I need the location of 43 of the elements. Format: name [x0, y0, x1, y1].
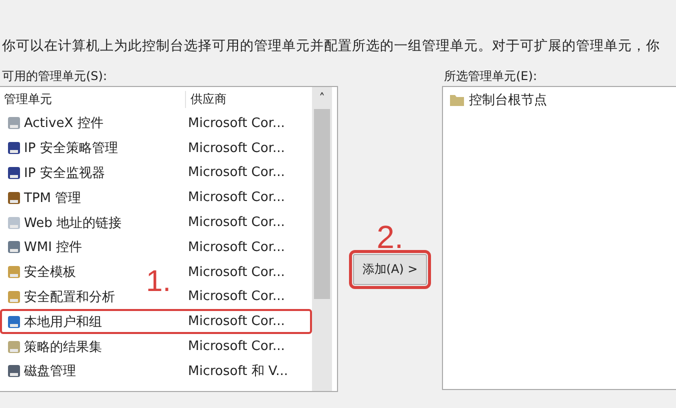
- snapin-icon: [6, 214, 22, 231]
- snapin-name[interactable]: TPM 管理: [24, 188, 82, 207]
- snapin-name[interactable]: WMI 控件: [24, 238, 82, 256]
- snapin-icon: [6, 164, 22, 181]
- snapin-icon: [6, 115, 22, 132]
- snapin-icon: [6, 264, 22, 280]
- scroll-up-arrow[interactable]: ˄: [319, 87, 325, 109]
- vendor-name: Microsoft Cor...: [188, 215, 286, 230]
- vendor-name: Microsoft Cor...: [188, 140, 286, 156]
- snapin-icon: [6, 338, 22, 355]
- step-number: 1.: [146, 265, 172, 299]
- tree-node[interactable]: 控制台根节点: [469, 91, 547, 109]
- snapin-name[interactable]: 本地用户和组: [24, 312, 102, 331]
- selected-snapins-label: 所选管理单元(E):: [443, 68, 538, 85]
- step-number: 2.: [376, 220, 404, 254]
- vendor-name: Microsoft Cor...: [188, 264, 286, 280]
- vendor-name: Microsoft Cor...: [188, 289, 286, 304]
- snapin-name[interactable]: ActiveX 控件: [24, 114, 104, 132]
- snapin-name[interactable]: 安全模板: [24, 263, 76, 282]
- snapin-name[interactable]: 策略的结果集: [24, 338, 102, 356]
- available-snapins-label: 可用的管理单元(S):: [1, 68, 108, 85]
- snapin-icon: [6, 314, 22, 330]
- vendor-name: Microsoft Cor...: [188, 339, 286, 354]
- snapin-icon: [6, 288, 22, 305]
- vendor-name: Microsoft Cor...: [188, 314, 286, 330]
- snapin-name[interactable]: Web 地址的链接: [24, 214, 122, 232]
- vendor-name: Microsoft Cor...: [188, 240, 286, 255]
- snapin-name[interactable]: IP 安全监视器: [24, 164, 105, 182]
- snapin-name[interactable]: 磁盘管理: [24, 362, 76, 380]
- vendor-name: Microsoft Cor...: [188, 165, 286, 180]
- vendor-name: Microsoft 和 V...: [188, 363, 290, 380]
- snapin-icon: [6, 363, 22, 380]
- instruction-text: 你可以在计算机上为此控制台选择可用的管理单元并配置所选的一组管理单元。对于可扩展的管理单元，你: [1, 37, 661, 56]
- vendor-name: Microsoft Cor...: [188, 190, 286, 206]
- snapin-name[interactable]: 安全配置和分析: [24, 288, 115, 306]
- snapin-name[interactable]: IP 安全策略管理: [24, 139, 118, 158]
- vendor-name: Microsoft Cor...: [188, 116, 286, 131]
- scrollbar[interactable]: ˄: [312, 87, 332, 391]
- snapin-icon: [6, 140, 22, 156]
- column-header[interactable]: 管理单元: [0, 90, 186, 108]
- snapin-icon: [6, 239, 22, 256]
- snapin-icon: [6, 190, 22, 206]
- folder-icon: [449, 93, 465, 107]
